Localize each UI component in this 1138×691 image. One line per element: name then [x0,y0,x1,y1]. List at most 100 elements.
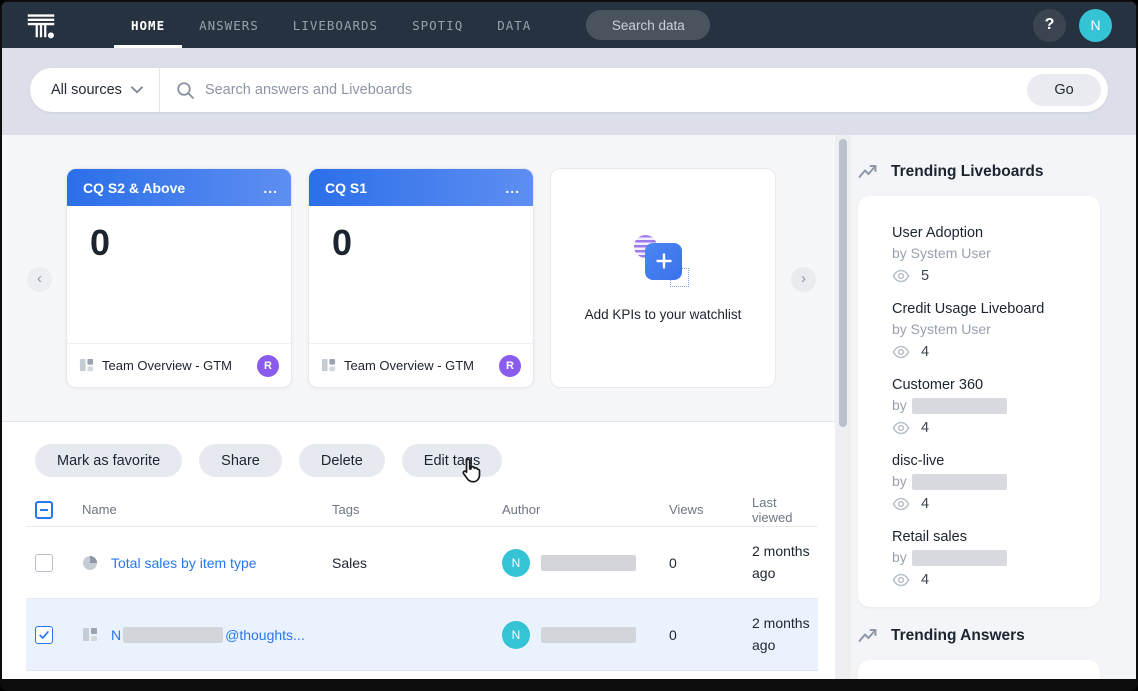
trending-answers-title: Trending Answers [891,627,1025,645]
redacted-name-segment [123,627,223,643]
share-button[interactable]: Share [199,444,282,477]
trending-liveboards-header: Trending Liveboards [858,163,1136,181]
table-row[interactable]: N @thoughts... N 0 2 months ago [26,599,818,671]
trending-item-name[interactable]: Credit Usage Liveboard [892,299,1086,319]
eye-icon [892,573,910,587]
trending-liveboards-card: User Adoption by System User 5 Credit Us… [858,196,1100,607]
table-header-row: Name Tags Author Views Last viewed [26,493,818,527]
delete-button[interactable]: Delete [299,444,385,477]
user-avatar[interactable]: N [1079,9,1112,42]
more-options-icon[interactable]: ... [505,180,520,196]
select-all-checkbox[interactable] [35,501,53,519]
eye-icon [892,345,910,359]
scrollbar-thumb[interactable] [839,139,847,427]
owner-avatar[interactable]: R [257,355,279,377]
trending-item-views: 4 [892,420,1086,436]
nav-search-data-button[interactable]: Search data [586,10,710,40]
trending-item-byline: by [892,395,1086,416]
trending-item[interactable]: User Adoption by System User 5 [892,223,1086,299]
byline-text: by [892,395,907,416]
liveboard-icon [79,358,94,373]
kpi-value: 0 [309,206,533,343]
kpi-card-title: CQ S1 [325,180,367,196]
kpi-card[interactable]: CQ S1 ... 0 Team Overview - GTM R [308,168,534,388]
column-header-author[interactable]: Author [502,502,669,517]
trending-item-byline: by [892,471,1086,492]
byline-text: by [892,471,907,492]
nav-item-data[interactable]: DATA [480,2,548,48]
primary-nav: HOME ANSWERS LIVEBOARDS SPOTIQ DATA [114,2,548,48]
trending-item[interactable]: Credit Usage Liveboard by System User 4 [892,299,1086,375]
eye-icon [892,269,910,283]
kpi-card-footer: Team Overview - GTM R [67,343,291,387]
row-checkbox[interactable] [35,626,53,644]
views-cell: 0 [669,555,752,571]
trending-item-views: 5 [892,268,1086,284]
kpi-liveboard-name[interactable]: Team Overview - GTM [344,358,474,373]
owner-avatar[interactable]: R [499,355,521,377]
help-button[interactable]: ? [1033,9,1066,42]
nav-item-answers[interactable]: ANSWERS [182,2,276,48]
trending-liveboards-title: Trending Liveboards [891,163,1043,181]
redacted-author-name [541,627,636,643]
trending-item-name[interactable]: User Adoption [892,223,1086,243]
author-cell: N [502,549,669,577]
row-checkbox[interactable] [35,554,53,572]
trending-item[interactable]: Retail sales by 4 [892,527,1086,603]
trending-item-byline: by [892,547,1086,568]
trending-item[interactable]: disc-live by 4 [892,451,1086,527]
name-cell: N @thoughts... [82,627,332,643]
nav-item-spotiq[interactable]: SPOTIQ [395,2,480,48]
redacted-author-name [541,555,636,571]
trending-item-views: 4 [892,344,1086,360]
search-section: All sources Go [2,48,1136,135]
view-count: 4 [921,344,929,360]
kpi-card[interactable]: CQ S2 & Above ... 0 Team Overview - GTM … [66,168,292,388]
column-header-views[interactable]: Views [669,502,752,517]
add-kpi-icon [634,235,692,287]
carousel-next-button[interactable]: › [791,267,816,292]
thoughtspot-logo-icon[interactable] [24,8,58,42]
trending-item[interactable]: Customer 360 by 4 [892,375,1086,451]
source-selector-label: All sources [51,82,122,98]
trending-item-name[interactable]: Customer 360 [892,375,1086,395]
trending-item-name[interactable]: Retail sales [892,527,1086,547]
add-kpi-card[interactable]: Add KPIs to your watchlist [550,168,776,388]
global-search-bar: All sources Go [30,68,1108,112]
main-content: ‹ CQ S2 & Above ... 0 Team Overview - GT [2,135,1136,679]
redacted-author-name [912,550,1007,566]
byline-text: by System User [892,243,991,264]
column-header-name[interactable]: Name [82,502,332,517]
trending-item-views: 4 [892,496,1086,512]
left-column: ‹ CQ S2 & Above ... 0 Team Overview - GT [2,135,836,679]
column-header-last-viewed[interactable]: Last viewed [752,495,818,525]
trending-item-views: 4 [892,572,1086,588]
plus-icon [645,243,682,280]
column-header-tags[interactable]: Tags [332,502,502,517]
kpi-card-title: CQ S2 & Above [83,180,185,196]
trending-item-byline: by System User [892,319,1086,340]
last-viewed-cell: 2 months ago [752,613,818,656]
mark-favorite-button[interactable]: Mark as favorite [35,444,182,477]
more-options-icon[interactable]: ... [263,180,278,196]
author-avatar: N [502,621,530,649]
app-window: HOME ANSWERS LIVEBOARDS SPOTIQ DATA Sear… [0,0,1138,691]
byline-text: by System User [892,319,991,340]
carousel-prev-button[interactable]: ‹ [27,267,52,292]
row-name-link[interactable]: N @thoughts... [111,627,305,643]
go-button[interactable]: Go [1027,74,1101,106]
search-input[interactable] [205,82,1015,98]
kpi-liveboard-name[interactable]: Team Overview - GTM [102,358,232,373]
check-icon [38,629,50,641]
search-icon [176,81,195,100]
edit-tags-button[interactable]: Edit tags [402,444,502,477]
nav-item-liveboards[interactable]: LIVEBOARDS [276,2,395,48]
table-row[interactable]: Total sales by item type Sales N 0 2 mon… [26,527,818,599]
views-cell: 0 [669,627,752,643]
row-name-link[interactable]: Total sales by item type [111,555,257,571]
nav-item-home[interactable]: HOME [114,2,182,48]
view-count: 4 [921,572,929,588]
trending-item-name[interactable]: disc-live [892,451,1086,471]
source-selector[interactable]: All sources [30,68,159,112]
name-suffix: @thoughts... [225,627,305,643]
